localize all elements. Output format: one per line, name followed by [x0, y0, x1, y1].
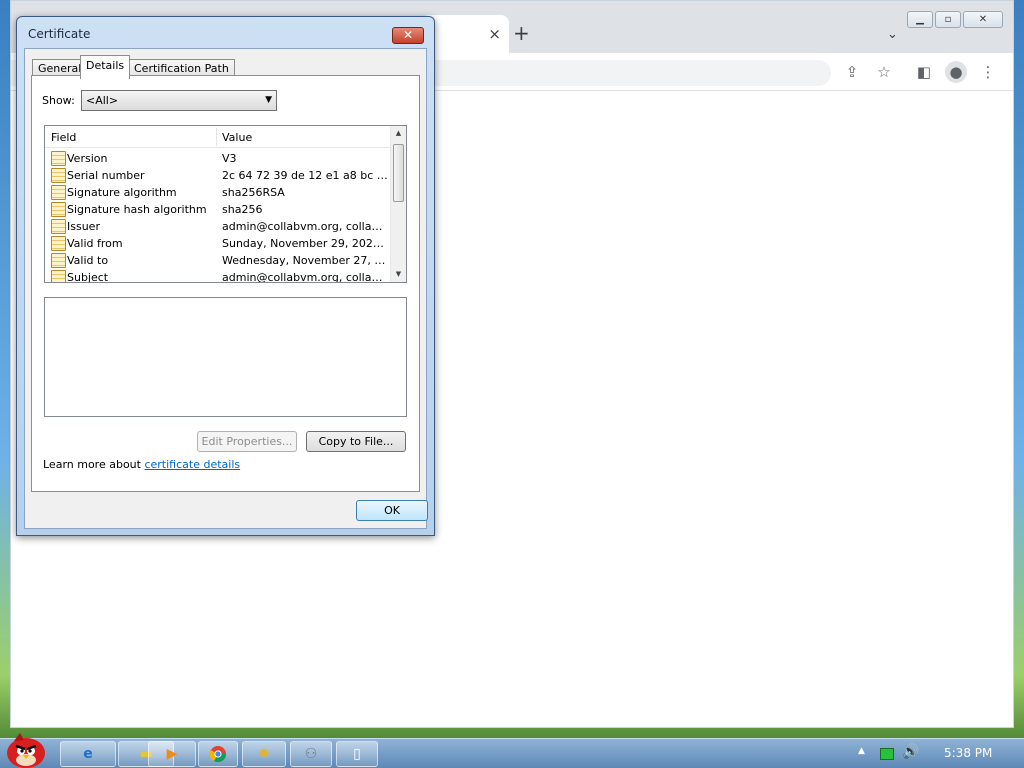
new-tab-button[interactable]: + [513, 23, 530, 43]
field-name: Signature hash algorithm [67, 203, 207, 216]
field-value-textbox[interactable] [44, 297, 407, 417]
minimize-button[interactable]: ▁ [907, 11, 933, 28]
scroll-up-icon[interactable]: ▲ [391, 126, 406, 141]
chrome-icon[interactable] [198, 741, 238, 767]
taskbar: e ▬ ▶ ✹ ⚇ ▯ ▲ 🔊 5:38 PM [0, 733, 1024, 768]
certificate-field-icon [51, 270, 66, 282]
field-name: Valid from [67, 237, 123, 250]
column-header-value[interactable]: Value [222, 131, 252, 144]
dropdown-arrow-icon: ▼ [265, 95, 272, 105]
internet-explorer-icon[interactable]: e [60, 741, 116, 767]
field-name: Issuer [67, 220, 100, 233]
learn-more-text: Learn more about certificate details [43, 458, 240, 471]
tab-search-icon[interactable]: ⌄ [887, 27, 898, 42]
user-accounts-icon[interactable]: ⚇ [290, 741, 332, 767]
field-rows: Version V3 Serial number 2c 64 72 39 de … [45, 150, 392, 283]
profile-icon[interactable]: ● [945, 61, 967, 83]
network-icon[interactable] [880, 748, 894, 760]
ok-button[interactable]: OK [356, 500, 428, 521]
document-icon[interactable]: ▯ [336, 741, 378, 767]
learn-more-prefix: Learn more about [43, 458, 145, 471]
column-divider[interactable] [216, 128, 217, 146]
certificate-field-icon [51, 219, 66, 234]
media-player-icon[interactable]: ▶ [148, 741, 196, 767]
show-dropdown-value: <All> [86, 94, 119, 107]
field-name: Valid to [67, 254, 109, 267]
field-row[interactable]: Serial number 2c 64 72 39 de 12 e1 a8 bc… [45, 167, 392, 184]
clock[interactable]: 5:38 PM [944, 746, 992, 760]
column-header-field[interactable]: Field [51, 131, 76, 144]
certificate-field-icon [51, 151, 66, 166]
maximize-button[interactable]: ▫ [935, 11, 961, 28]
field-row[interactable]: Version V3 [45, 150, 392, 167]
dialog-title: Certificate [28, 27, 91, 41]
scrollbar-thumb[interactable] [393, 144, 404, 202]
star-icon[interactable]: ☆ [873, 61, 895, 83]
details-tab-page: Show: <All> ▼ Field Value Version V3 Ser… [31, 75, 420, 492]
field-value: admin@collabvm.org, collabne... [222, 220, 388, 233]
copy-to-file-button[interactable]: Copy to File... [306, 431, 406, 452]
field-value: Wednesday, November 27, 20... [222, 254, 388, 267]
system-tray: ▲ 🔊 5:38 PM [854, 739, 1024, 768]
share-icon[interactable]: ⇪ [841, 61, 863, 83]
field-value: sha256RSA [222, 186, 285, 199]
field-value: sha256 [222, 203, 263, 216]
field-row[interactable]: Valid from Sunday, November 29, 2020 1..… [45, 235, 392, 252]
certificate-details-link[interactable]: certificate details [144, 458, 240, 471]
show-label: Show: [42, 94, 75, 107]
settings-gear-icon[interactable]: ✹ [242, 741, 286, 767]
field-value: V3 [222, 152, 237, 165]
field-value: 2c 64 72 39 de 12 e1 a8 bc 22... [222, 169, 388, 182]
field-row[interactable]: Valid to Wednesday, November 27, 20... [45, 252, 392, 269]
list-scrollbar[interactable]: ▲ ▼ [390, 126, 406, 282]
list-header: Field Value [45, 126, 392, 148]
window-controls: ▁ ▫ ✕ [907, 11, 1003, 29]
tab-details[interactable]: Details [80, 55, 131, 79]
menu-icon[interactable]: ⋮ [977, 61, 999, 83]
field-row[interactable]: Subject admin@collabvm.org, collabne... [45, 269, 392, 283]
certificate-field-icon [51, 236, 66, 251]
start-button-angry-bird-icon[interactable] [4, 731, 48, 768]
side-panel-icon[interactable]: ◧ [913, 61, 935, 83]
field-row[interactable]: Signature algorithm sha256RSA [45, 184, 392, 201]
edit-properties-button[interactable]: Edit Properties... [197, 431, 297, 452]
field-name: Subject [67, 271, 109, 283]
certificate-field-icon [51, 168, 66, 183]
show-hidden-icons-icon[interactable]: ▲ [858, 746, 865, 756]
field-name: Version [67, 152, 108, 165]
tab-close-icon[interactable]: × [488, 25, 501, 43]
certificate-field-icon [51, 202, 66, 217]
scroll-down-icon[interactable]: ▼ [391, 267, 406, 282]
certificate-field-icon [51, 185, 66, 200]
close-window-button[interactable]: ✕ [963, 11, 1003, 28]
field-row[interactable]: Signature hash algorithm sha256 [45, 201, 392, 218]
dialog-body: General Details Certification Path Show:… [24, 48, 428, 529]
volume-icon[interactable]: 🔊 [902, 744, 919, 760]
certificate-dialog: Certificate ✕ General Details Certificat… [16, 16, 435, 536]
field-row[interactable]: Issuer admin@collabvm.org, collabne... [45, 218, 392, 235]
dialog-close-button[interactable]: ✕ [392, 27, 424, 44]
field-value: admin@collabvm.org, collabne... [222, 271, 388, 283]
certificate-field-icon [51, 253, 66, 268]
field-name: Serial number [67, 169, 145, 182]
field-value: Sunday, November 29, 2020 1... [222, 237, 388, 250]
show-dropdown[interactable]: <All> ▼ [81, 90, 277, 111]
field-list[interactable]: Field Value Version V3 Serial number 2c … [44, 125, 407, 283]
field-name: Signature algorithm [67, 186, 177, 199]
